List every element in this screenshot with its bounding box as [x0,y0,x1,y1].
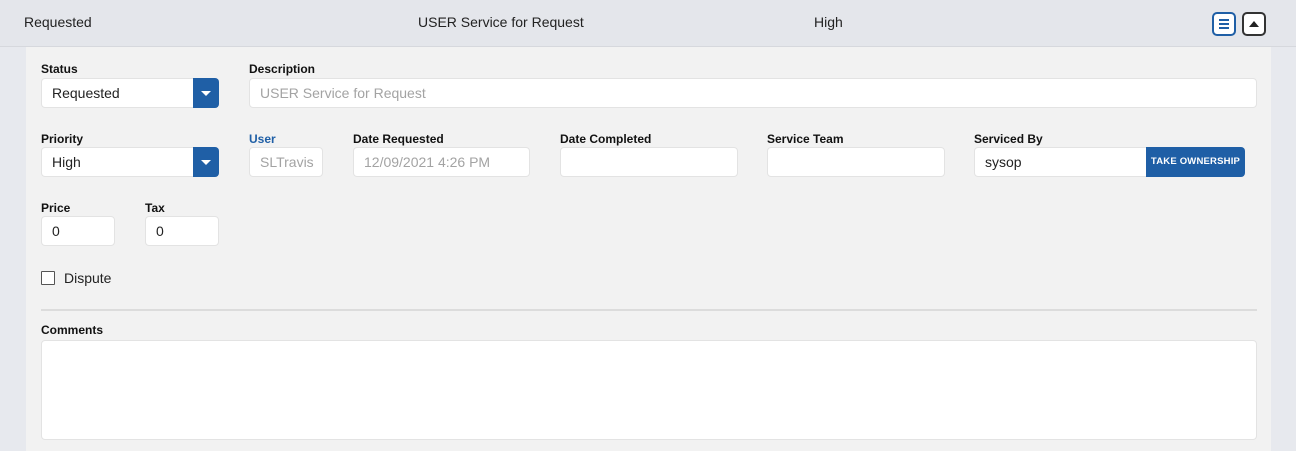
date-completed-label: Date Completed [560,132,652,146]
serviced-by-label: Serviced By [974,132,1043,146]
status-dropdown-button[interactable] [193,78,219,108]
comments-label: Comments [41,323,104,337]
price-field[interactable]: 0 [41,216,115,246]
user-link[interactable]: User [249,132,276,146]
hamburger-icon [1219,19,1229,21]
description-label: Description [249,62,316,76]
priority-label: Priority [41,132,84,146]
menu-button[interactable] [1212,12,1236,36]
status-label: Status [41,62,78,76]
comments-textarea[interactable] [41,340,1257,440]
chevron-down-icon [201,160,211,165]
tax-field[interactable]: 0 [145,216,219,246]
chevron-down-icon [201,91,211,96]
user-field[interactable]: SLTravis [249,147,323,177]
header-priority: High [814,14,843,30]
caret-up-icon [1249,21,1259,27]
dispute-checkbox[interactable] [41,271,55,285]
service-team-label: Service Team [767,132,844,146]
take-ownership-button[interactable]: TAKE OWNERSHIP [1146,147,1245,177]
priority-dropdown-button[interactable] [193,147,219,177]
header-description: USER Service for Request [418,14,584,30]
serviced-by-field[interactable]: sysop [974,147,1152,177]
dispute-label: Dispute [64,270,112,286]
date-requested-field[interactable]: 12/09/2021 4:26 PM [353,147,530,177]
date-requested-label: Date Requested [353,132,444,146]
section-divider [41,309,1257,311]
record-header: Requested USER Service for Request High [0,0,1296,47]
tax-label: Tax [145,201,165,215]
description-field[interactable]: USER Service for Request [249,78,1257,108]
service-team-field[interactable] [767,147,945,177]
price-label: Price [41,201,71,215]
date-completed-field[interactable] [560,147,738,177]
collapse-button[interactable] [1242,12,1266,36]
header-status: Requested [24,14,92,30]
